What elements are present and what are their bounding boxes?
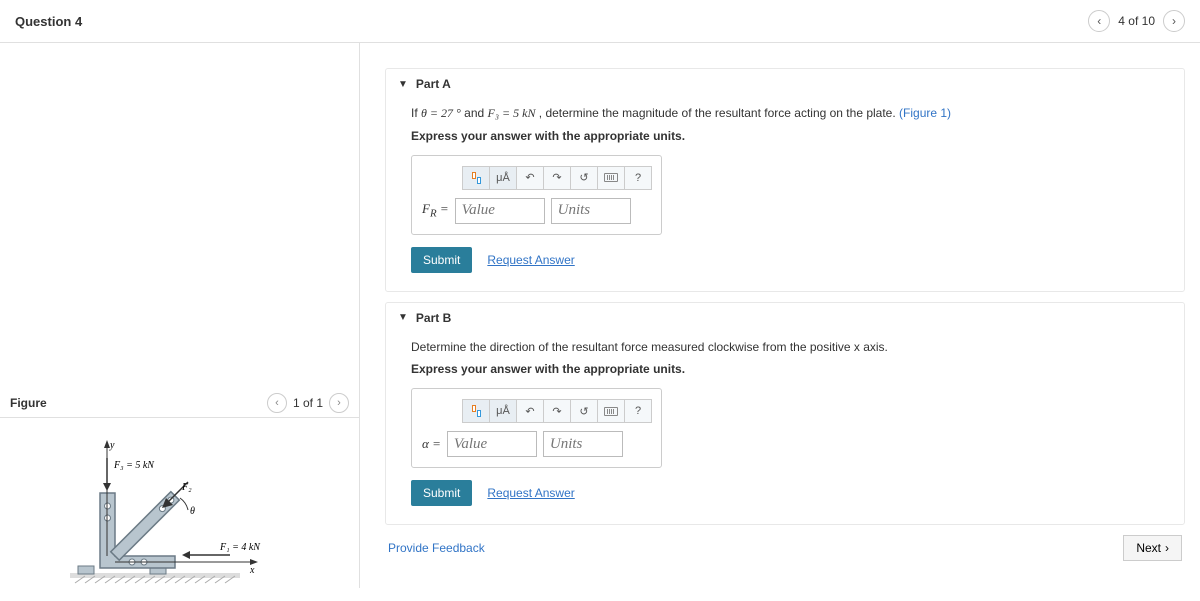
- collapse-icon: ▼: [398, 79, 408, 90]
- part-a-toolbar: μÅ ↶ ↷ ↺ ?: [462, 166, 651, 190]
- figure-title: Figure: [10, 396, 47, 410]
- page-header: Question 4 ‹ 4 of 10 ›: [0, 0, 1200, 43]
- figure-page-indicator: 1 of 1: [293, 396, 323, 410]
- part-b-header[interactable]: ▼ Part B: [386, 303, 1184, 333]
- collapse-icon: ▼: [398, 312, 408, 323]
- units-button[interactable]: μÅ: [489, 166, 517, 190]
- svg-text:θ: θ: [190, 506, 195, 517]
- reset-button[interactable]: ↺: [570, 166, 598, 190]
- redo-button[interactable]: ↷: [543, 399, 571, 423]
- question-title: Question 4: [15, 14, 82, 29]
- figure-image: y x F₃ = 5 kN F₂ θ F₁ = 4 kN: [0, 418, 359, 588]
- part-a-title: Part A: [416, 77, 451, 91]
- part-b-block: ▼ Part B Determine the direction of the …: [385, 302, 1185, 526]
- part-a-prompt: If θ = 27 ° and F₃ = 5 kN , determine th…: [411, 105, 1159, 122]
- part-a-header[interactable]: ▼ Part A: [386, 69, 1184, 99]
- part-b-submit-button[interactable]: Submit: [411, 480, 472, 506]
- redo-button[interactable]: ↷: [543, 166, 571, 190]
- keyboard-icon: [604, 407, 618, 416]
- part-a-var-label: FR =: [422, 201, 449, 220]
- part-b-var-label: α =: [422, 436, 441, 452]
- reset-button[interactable]: ↺: [570, 399, 598, 423]
- part-b-toolbar: μÅ ↶ ↷ ↺ ?: [462, 399, 651, 423]
- undo-button[interactable]: ↶: [516, 399, 544, 423]
- keyboard-button[interactable]: [597, 166, 625, 190]
- right-pane: ▼ Part A If θ = 27 ° and F₃ = 5 kN , det…: [360, 43, 1200, 588]
- next-question-button[interactable]: ›: [1163, 10, 1185, 32]
- figure-prev-button[interactable]: ‹: [267, 393, 287, 413]
- left-pane: Figure ‹ 1 of 1 ›: [0, 43, 360, 588]
- prev-question-button[interactable]: ‹: [1088, 10, 1110, 32]
- part-b-value-input[interactable]: [447, 431, 537, 457]
- part-b-request-answer-link[interactable]: Request Answer: [487, 486, 574, 500]
- part-b-prompt: Determine the direction of the resultant…: [411, 339, 1159, 356]
- question-nav: ‹ 4 of 10 ›: [1088, 10, 1185, 32]
- provide-feedback-link[interactable]: Provide Feedback: [388, 541, 485, 555]
- help-button[interactable]: ?: [624, 399, 652, 423]
- part-a-answer-box: μÅ ↶ ↷ ↺ ? FR =: [411, 155, 662, 235]
- svg-text:x: x: [249, 565, 255, 576]
- undo-button[interactable]: ↶: [516, 166, 544, 190]
- svg-text:F₃ = 5 kN: F₃ = 5 kN: [113, 460, 155, 471]
- next-button[interactable]: Next›: [1123, 535, 1182, 561]
- figure-next-button[interactable]: ›: [329, 393, 349, 413]
- page-indicator: 4 of 10: [1118, 14, 1155, 28]
- part-b-answer-box: μÅ ↶ ↷ ↺ ? α =: [411, 388, 662, 468]
- chevron-right-icon: ›: [1165, 541, 1169, 555]
- keyboard-button[interactable]: [597, 399, 625, 423]
- units-button[interactable]: μÅ: [489, 399, 517, 423]
- part-a-value-input[interactable]: [455, 198, 545, 224]
- keyboard-icon: [604, 173, 618, 182]
- part-a-units-input[interactable]: [551, 198, 631, 224]
- part-b-title: Part B: [416, 311, 451, 325]
- part-a-block: ▼ Part A If θ = 27 ° and F₃ = 5 kN , det…: [385, 68, 1185, 292]
- figure-ref-link[interactable]: (Figure 1): [899, 106, 951, 120]
- help-button[interactable]: ?: [624, 166, 652, 190]
- templates-button[interactable]: [462, 399, 490, 423]
- svg-text:F₁ = 4 kN: F₁ = 4 kN: [219, 542, 261, 553]
- part-a-request-answer-link[interactable]: Request Answer: [487, 253, 574, 267]
- part-b-instruction: Express your answer with the appropriate…: [411, 361, 1159, 378]
- figure-pager: ‹ 1 of 1 ›: [267, 393, 349, 413]
- svg-text:y: y: [109, 440, 115, 451]
- part-b-units-input[interactable]: [543, 431, 623, 457]
- svg-text:F₂: F₂: [181, 482, 192, 493]
- templates-button[interactable]: [462, 166, 490, 190]
- part-a-submit-button[interactable]: Submit: [411, 247, 472, 273]
- part-a-instruction: Express your answer with the appropriate…: [411, 128, 1159, 145]
